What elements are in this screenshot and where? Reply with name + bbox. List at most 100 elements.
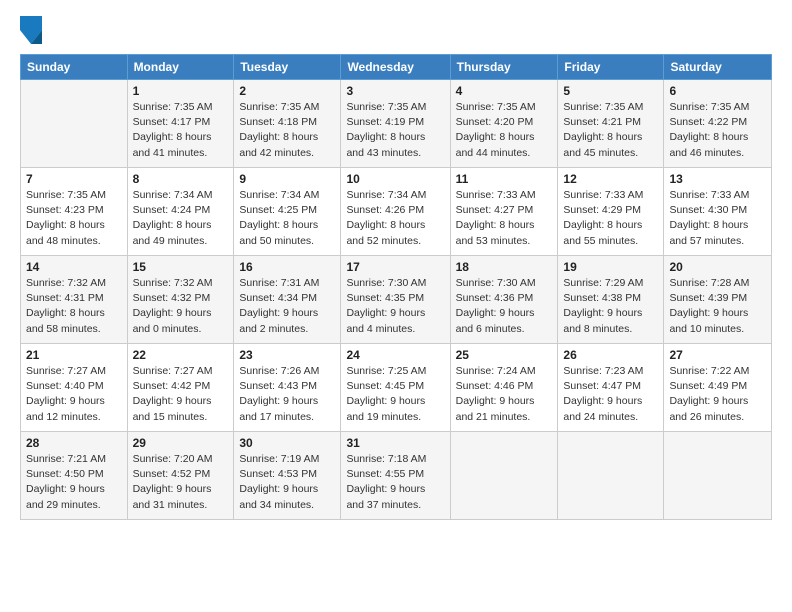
calendar-cell: 8 Sunrise: 7:34 AMSunset: 4:24 PMDaylight… — [127, 168, 234, 256]
calendar-cell: 31 Sunrise: 7:18 AMSunset: 4:55 PMDayligh… — [341, 432, 450, 520]
header — [20, 16, 772, 44]
day-number: 10 — [346, 172, 444, 186]
day-info: Sunrise: 7:20 AMSunset: 4:52 PMDaylight:… — [133, 452, 229, 513]
day-number: 12 — [563, 172, 658, 186]
day-number: 20 — [669, 260, 766, 274]
day-number: 13 — [669, 172, 766, 186]
calendar-table: SundayMondayTuesdayWednesdayThursdayFrid… — [20, 54, 772, 520]
calendar-body: 1Sunrise: 7:35 AMSunset: 4:17 PMDaylight… — [21, 80, 772, 520]
day-info: Sunrise: 7:32 AMSunset: 4:32 PMDaylight:… — [133, 276, 229, 337]
calendar-cell: 28Sunrise: 7:21 AMSunset: 4:50 PMDayligh… — [21, 432, 128, 520]
calendar-cell: 22 Sunrise: 7:27 AMSunset: 4:42 PMDayligh… — [127, 344, 234, 432]
day-number: 26 — [563, 348, 658, 362]
weekday-header-tuesday: Tuesday — [234, 55, 341, 80]
calendar-cell: 20Sunrise: 7:28 AMSunset: 4:39 PMDayligh… — [664, 256, 772, 344]
day-number: 11 — [456, 172, 553, 186]
day-number: 4 — [456, 84, 553, 98]
day-number: 29 — [133, 436, 229, 450]
weekday-header-thursday: Thursday — [450, 55, 558, 80]
day-number: 19 — [563, 260, 658, 274]
day-info: Sunrise: 7:29 AMSunset: 4:38 PMDaylight:… — [563, 276, 658, 337]
calendar-cell: 3Sunrise: 7:35 AMSunset: 4:19 PMDaylight… — [341, 80, 450, 168]
calendar-cell: 24Sunrise: 7:25 AMSunset: 4:45 PMDayligh… — [341, 344, 450, 432]
calendar-cell: 25 Sunrise: 7:24 AMSunset: 4:46 PMDayligh… — [450, 344, 558, 432]
day-info: Sunrise: 7:35 AMSunset: 4:18 PMDaylight:… — [239, 100, 335, 161]
calendar-cell: 26Sunrise: 7:23 AMSunset: 4:47 PMDayligh… — [558, 344, 664, 432]
weekday-row: SundayMondayTuesdayWednesdayThursdayFrid… — [21, 55, 772, 80]
calendar-cell: 13Sunrise: 7:33 AMSunset: 4:30 PMDayligh… — [664, 168, 772, 256]
calendar-cell: 7 Sunrise: 7:35 AMSunset: 4:23 PMDaylight… — [21, 168, 128, 256]
day-info: Sunrise: 7:33 AMSunset: 4:29 PMDaylight:… — [563, 188, 658, 249]
calendar-cell: 4 Sunrise: 7:35 AMSunset: 4:20 PMDaylight… — [450, 80, 558, 168]
day-number: 15 — [133, 260, 229, 274]
weekday-header-sunday: Sunday — [21, 55, 128, 80]
calendar-cell: 9 Sunrise: 7:34 AMSunset: 4:25 PMDaylight… — [234, 168, 341, 256]
day-info: Sunrise: 7:30 AMSunset: 4:35 PMDaylight:… — [346, 276, 444, 337]
day-number: 17 — [346, 260, 444, 274]
day-number: 28 — [26, 436, 122, 450]
calendar-cell: 19 Sunrise: 7:29 AMSunset: 4:38 PMDayligh… — [558, 256, 664, 344]
day-number: 18 — [456, 260, 553, 274]
day-info: Sunrise: 7:34 AMSunset: 4:24 PMDaylight:… — [133, 188, 229, 249]
calendar-cell: 5Sunrise: 7:35 AMSunset: 4:21 PMDaylight… — [558, 80, 664, 168]
day-number: 24 — [346, 348, 444, 362]
day-info: Sunrise: 7:24 AMSunset: 4:46 PMDaylight:… — [456, 364, 553, 425]
day-info: Sunrise: 7:26 AMSunset: 4:43 PMDaylight:… — [239, 364, 335, 425]
calendar-cell: 10 Sunrise: 7:34 AMSunset: 4:26 PMDayligh… — [341, 168, 450, 256]
day-number: 21 — [26, 348, 122, 362]
day-info: Sunrise: 7:35 AMSunset: 4:23 PMDaylight:… — [26, 188, 122, 249]
page: SundayMondayTuesdayWednesdayThursdayFrid… — [0, 0, 792, 612]
day-info: Sunrise: 7:22 AMSunset: 4:49 PMDaylight:… — [669, 364, 766, 425]
calendar-cell: 1Sunrise: 7:35 AMSunset: 4:17 PMDaylight… — [127, 80, 234, 168]
week-row-5: 28Sunrise: 7:21 AMSunset: 4:50 PMDayligh… — [21, 432, 772, 520]
day-number: 23 — [239, 348, 335, 362]
day-number: 9 — [239, 172, 335, 186]
day-number: 31 — [346, 436, 444, 450]
day-info: Sunrise: 7:34 AMSunset: 4:26 PMDaylight:… — [346, 188, 444, 249]
day-number: 8 — [133, 172, 229, 186]
day-number: 3 — [346, 84, 444, 98]
weekday-header-saturday: Saturday — [664, 55, 772, 80]
week-row-3: 14 Sunrise: 7:32 AMSunset: 4:31 PMDayligh… — [21, 256, 772, 344]
day-info: Sunrise: 7:27 AMSunset: 4:40 PMDaylight:… — [26, 364, 122, 425]
day-info: Sunrise: 7:27 AMSunset: 4:42 PMDaylight:… — [133, 364, 229, 425]
day-number: 1 — [133, 84, 229, 98]
calendar-cell: 23 Sunrise: 7:26 AMSunset: 4:43 PMDayligh… — [234, 344, 341, 432]
calendar-cell: 21 Sunrise: 7:27 AMSunset: 4:40 PMDayligh… — [21, 344, 128, 432]
day-info: Sunrise: 7:33 AMSunset: 4:27 PMDaylight:… — [456, 188, 553, 249]
calendar-cell: 30Sunrise: 7:19 AMSunset: 4:53 PMDayligh… — [234, 432, 341, 520]
weekday-header-friday: Friday — [558, 55, 664, 80]
week-row-1: 1Sunrise: 7:35 AMSunset: 4:17 PMDaylight… — [21, 80, 772, 168]
day-number: 25 — [456, 348, 553, 362]
day-number: 7 — [26, 172, 122, 186]
calendar-cell: 2 Sunrise: 7:35 AMSunset: 4:18 PMDaylight… — [234, 80, 341, 168]
day-info: Sunrise: 7:32 AMSunset: 4:31 PMDaylight:… — [26, 276, 122, 337]
week-row-4: 21 Sunrise: 7:27 AMSunset: 4:40 PMDayligh… — [21, 344, 772, 432]
day-info: Sunrise: 7:19 AMSunset: 4:53 PMDaylight:… — [239, 452, 335, 513]
calendar-cell: 6 Sunrise: 7:35 AMSunset: 4:22 PMDaylight… — [664, 80, 772, 168]
weekday-header-wednesday: Wednesday — [341, 55, 450, 80]
calendar-cell: 12 Sunrise: 7:33 AMSunset: 4:29 PMDayligh… — [558, 168, 664, 256]
logo-icon — [20, 16, 42, 44]
calendar-cell: 14 Sunrise: 7:32 AMSunset: 4:31 PMDayligh… — [21, 256, 128, 344]
calendar-cell — [450, 432, 558, 520]
calendar-cell: 29 Sunrise: 7:20 AMSunset: 4:52 PMDayligh… — [127, 432, 234, 520]
calendar-cell: 16Sunrise: 7:31 AMSunset: 4:34 PMDayligh… — [234, 256, 341, 344]
weekday-header-monday: Monday — [127, 55, 234, 80]
day-number: 2 — [239, 84, 335, 98]
day-info: Sunrise: 7:35 AMSunset: 4:20 PMDaylight:… — [456, 100, 553, 161]
calendar-cell — [558, 432, 664, 520]
day-info: Sunrise: 7:30 AMSunset: 4:36 PMDaylight:… — [456, 276, 553, 337]
day-number: 22 — [133, 348, 229, 362]
day-number: 5 — [563, 84, 658, 98]
calendar-cell: 18 Sunrise: 7:30 AMSunset: 4:36 PMDayligh… — [450, 256, 558, 344]
day-info: Sunrise: 7:34 AMSunset: 4:25 PMDaylight:… — [239, 188, 335, 249]
day-number: 16 — [239, 260, 335, 274]
day-info: Sunrise: 7:18 AMSunset: 4:55 PMDaylight:… — [346, 452, 444, 513]
calendar-cell: 27Sunrise: 7:22 AMSunset: 4:49 PMDayligh… — [664, 344, 772, 432]
day-number: 6 — [669, 84, 766, 98]
day-info: Sunrise: 7:35 AMSunset: 4:22 PMDaylight:… — [669, 100, 766, 161]
day-number: 14 — [26, 260, 122, 274]
logo — [20, 16, 44, 44]
calendar-cell: 17 Sunrise: 7:30 AMSunset: 4:35 PMDayligh… — [341, 256, 450, 344]
